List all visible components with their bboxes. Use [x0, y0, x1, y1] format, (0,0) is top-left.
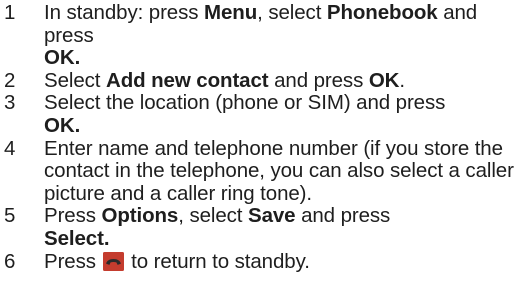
step-number: 2 [4, 68, 16, 92]
options-key-name: Options [101, 204, 179, 228]
step-text-run: and press [268, 68, 369, 92]
step-text: Enter name and telephone number (if you … [44, 136, 514, 205]
step-text-run: . [399, 68, 405, 92]
step-text: Press to return to standby. [44, 250, 310, 273]
menu-key-name: Menu [204, 1, 258, 24]
ok-key-name: OK [44, 46, 75, 70]
step-number: 3 [4, 91, 16, 115]
instruction-steps: 1 In standby: press Menu, select Phonebo… [4, 1, 526, 274]
step-text: In standby: press Menu, select Phonebook… [44, 1, 477, 69]
ok-key-name: OK [368, 68, 400, 92]
step-text-run: and press [295, 204, 391, 228]
step-2: 2 Select Add new contact and press OK. [4, 68, 526, 93]
step-3: 3 Select the location (phone or SIM) and… [4, 92, 526, 137]
phonebook-menu-name: Phonebook [326, 1, 438, 24]
step-number: 1 [4, 1, 16, 24]
step-number: 5 [4, 204, 16, 228]
step-text-run: Select [44, 68, 106, 92]
step-text-run: , select [257, 1, 327, 24]
step-text-run: . [103, 226, 110, 250]
add-new-contact-option: Add new contact [105, 68, 269, 92]
step-1: 1 In standby: press Menu, select Phonebo… [4, 1, 526, 70]
step-number: 4 [4, 136, 16, 160]
step-text-run: Press [44, 204, 102, 228]
step-text: Select Add new contact and press OK. [44, 69, 405, 92]
step-text-run: Select the location (phone or SIM) and p… [44, 91, 446, 115]
step-text-run: , select [178, 204, 248, 228]
step-number: 6 [4, 249, 16, 273]
ok-key-name: OK [44, 113, 75, 137]
end-call-icon [102, 251, 124, 271]
step-text-run: . [74, 46, 81, 70]
step-text-run: . [74, 113, 81, 137]
save-option-name: Save [248, 204, 296, 228]
select-key-name: Select [44, 226, 104, 250]
step-6: 6 Press to return to standby. [4, 249, 526, 274]
step-text-run: to return to standby. [125, 249, 310, 273]
step-text: Press Options, select Save and press Sel… [44, 204, 390, 250]
step-text-run: In standby: press [44, 1, 205, 24]
step-text: Select the location (phone or SIM) and p… [44, 91, 445, 137]
step-5: 5 Press Options, select Save and press S… [4, 205, 526, 250]
step-4: 4 Enter name and telephone number (if yo… [4, 136, 526, 206]
step-text-run: Press [44, 249, 102, 273]
